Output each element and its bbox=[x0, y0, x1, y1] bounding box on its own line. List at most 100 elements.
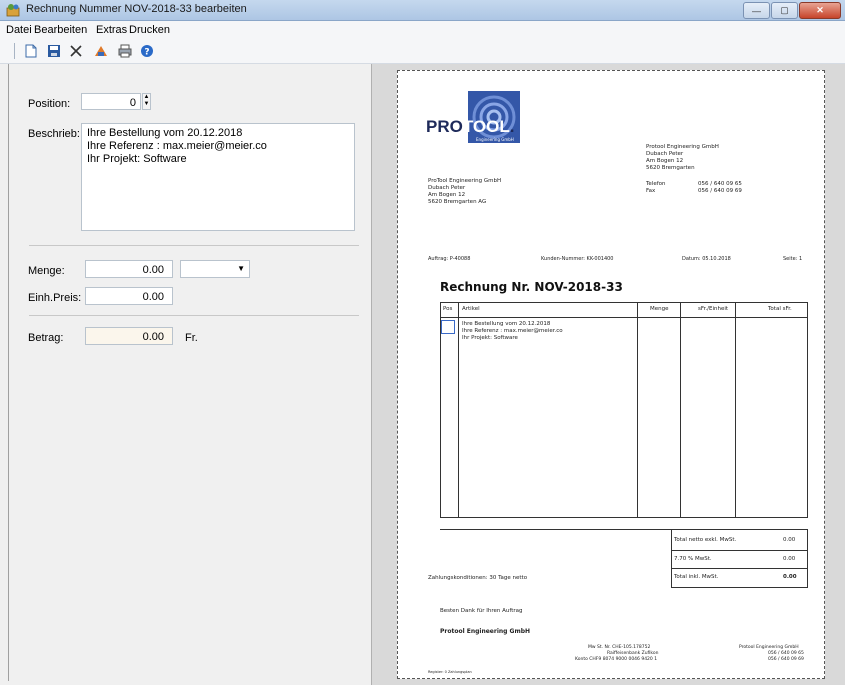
svg-text:?: ? bbox=[144, 48, 149, 58]
totals-border bbox=[440, 529, 808, 530]
zahlungskonditionen: Zahlungskonditionen: 30 Tage netto bbox=[428, 575, 528, 581]
delete-icon bbox=[70, 45, 82, 57]
invoice-date: Datum: 05.10.2018 bbox=[682, 256, 731, 262]
table-border bbox=[735, 302, 736, 517]
netto-label: Total netto exkl. MwSt. bbox=[674, 537, 737, 543]
telefon-label: Telefon bbox=[646, 181, 666, 187]
mwst-value: 0.00 bbox=[783, 556, 796, 562]
auftrag-number: Auftrag: P-40088 bbox=[428, 256, 471, 262]
new-document-button[interactable] bbox=[22, 42, 40, 60]
menu-bearbeiten[interactable]: Bearbeiten bbox=[34, 24, 87, 36]
preis-label: Einh.Preis: bbox=[28, 292, 82, 304]
divider bbox=[29, 315, 359, 316]
item-line: Ihre Referenz : max.meier@meier.co bbox=[462, 328, 563, 334]
beschrieb-textarea[interactable]: Ihre Bestellung vom 20.12.2018 Ihre Refe… bbox=[81, 123, 355, 231]
betrag-field: 0.00 bbox=[85, 327, 173, 345]
save-button[interactable] bbox=[45, 42, 63, 60]
table-border bbox=[440, 517, 808, 518]
footer-line: 056 / 640 09 69 bbox=[768, 657, 804, 662]
col-total-header: Total sFr. bbox=[768, 306, 792, 312]
col-artikel-header: Artikel bbox=[462, 306, 480, 312]
print-icon bbox=[118, 44, 132, 58]
logo-text: PROTOOL. bbox=[426, 117, 515, 136]
app-icon bbox=[6, 4, 20, 17]
footer-note: Register: 0 Zahlungsplan bbox=[428, 670, 472, 674]
telefon-value: 056 / 640 09 65 bbox=[698, 181, 742, 187]
totals-border bbox=[671, 587, 808, 588]
betrag-label: Betrag: bbox=[28, 332, 64, 344]
col-menge-header: Menge bbox=[650, 306, 669, 312]
toolbar-separator bbox=[14, 43, 15, 59]
menge-label: Menge: bbox=[28, 265, 65, 277]
recipient-line: ProTool Engineering GmbH bbox=[428, 178, 502, 184]
maximize-button[interactable]: ▢ bbox=[771, 2, 798, 19]
kunden-number: Kunden-Nummer: KK-001400 bbox=[541, 256, 614, 262]
fax-value: 056 / 640 09 69 bbox=[698, 188, 742, 194]
netto-value: 0.00 bbox=[783, 537, 796, 543]
chevron-down-icon: ▼ bbox=[237, 264, 245, 273]
table-border bbox=[680, 302, 681, 517]
sender-line: Dubach Peter bbox=[646, 151, 684, 157]
menu-extras[interactable]: Extras bbox=[96, 24, 127, 36]
menu-datei[interactable]: Datei bbox=[6, 24, 32, 36]
table-border bbox=[440, 317, 808, 318]
recipient-line: Am Bogen 12 bbox=[428, 192, 466, 198]
help-button[interactable]: ? bbox=[138, 42, 156, 60]
item-line: Ihre Bestellung vom 20.12.2018 bbox=[462, 321, 551, 327]
beschrieb-line: Ihr Projekt: Software bbox=[87, 153, 187, 165]
beschrieb-label: Beschrieb: bbox=[28, 128, 80, 140]
inkl-value: 0.00 bbox=[783, 574, 797, 580]
article-button[interactable] bbox=[92, 42, 110, 60]
article-icon bbox=[95, 46, 107, 56]
close-button[interactable]: ✕ bbox=[799, 2, 841, 19]
page-number: Seite: 1 bbox=[783, 256, 803, 262]
table-border bbox=[458, 302, 459, 517]
recipient-line: 5620 Bremgarten AG bbox=[428, 199, 487, 205]
table-border bbox=[637, 302, 638, 517]
delete-button[interactable] bbox=[67, 42, 85, 60]
totals-border bbox=[807, 529, 808, 587]
invoice-title: Rechnung Nr. NOV-2018-33 bbox=[440, 280, 623, 294]
selected-position-cell[interactable] bbox=[441, 320, 455, 334]
inkl-label: Total inkl. MwSt. bbox=[674, 574, 719, 580]
mwst-label: 7.70 % MwSt. bbox=[674, 556, 712, 562]
beschrieb-line: Ihre Bestellung vom 20.12.2018 bbox=[87, 127, 243, 139]
window-title: Rechnung Nummer NOV-2018-33 bearbeiten bbox=[26, 3, 247, 15]
recipient-line: Dubach Peter bbox=[428, 185, 466, 191]
toolbar: ? bbox=[0, 39, 845, 64]
window-titlebar: Rechnung Nummer NOV-2018-33 bearbeiten —… bbox=[0, 0, 845, 21]
new-document-icon bbox=[25, 44, 37, 58]
beschrieb-line: Ihre Referenz : max.meier@meier.co bbox=[87, 140, 267, 152]
col-pos-header: Pos bbox=[443, 306, 453, 312]
invoice-preview[interactable]: PROTOOL. Engineering GmbH Protool Engine… bbox=[397, 70, 825, 679]
totals-border bbox=[671, 529, 672, 587]
print-button[interactable] bbox=[116, 42, 134, 60]
currency-label: Fr. bbox=[185, 332, 198, 344]
company-name: Protool Engineering GmbH bbox=[440, 628, 531, 635]
preis-input[interactable]: 0.00 bbox=[85, 287, 173, 305]
sender-line: Am Bogen 12 bbox=[646, 158, 684, 164]
totals-border bbox=[671, 550, 808, 551]
save-icon bbox=[48, 45, 60, 57]
help-icon: ? bbox=[141, 45, 153, 58]
divider bbox=[29, 245, 359, 246]
position-spinner[interactable]: ▲ ▼ bbox=[142, 93, 151, 110]
item-line: Ihr Projekt: Software bbox=[462, 335, 518, 341]
edit-form-pane: Position: 0 ▲ ▼ Beschrieb: Ihre Bestellun… bbox=[8, 64, 369, 681]
menu-drucken[interactable]: Drucken bbox=[129, 24, 170, 36]
thank-you-text: Besten Dank für Ihren Auftrag bbox=[440, 608, 523, 614]
unit-select[interactable]: ▼ bbox=[180, 260, 250, 278]
col-einheit-header: sFr./Einheit bbox=[698, 306, 729, 312]
table-border bbox=[440, 302, 441, 517]
table-border bbox=[807, 302, 808, 517]
menge-input[interactable]: 0.00 bbox=[85, 260, 173, 278]
table-border bbox=[440, 302, 808, 303]
position-label: Position: bbox=[28, 98, 71, 110]
fax-label: Fax bbox=[646, 188, 656, 194]
position-input[interactable]: 0 bbox=[81, 93, 141, 110]
totals-border bbox=[671, 568, 808, 569]
sender-line: Protool Engineering GmbH bbox=[646, 144, 719, 150]
logo-subtitle: Engineering GmbH bbox=[476, 137, 514, 142]
footer-line: Konto CHF9 8074 9000 0046 9420 1 bbox=[575, 657, 658, 662]
minimize-button[interactable]: — bbox=[743, 2, 770, 19]
